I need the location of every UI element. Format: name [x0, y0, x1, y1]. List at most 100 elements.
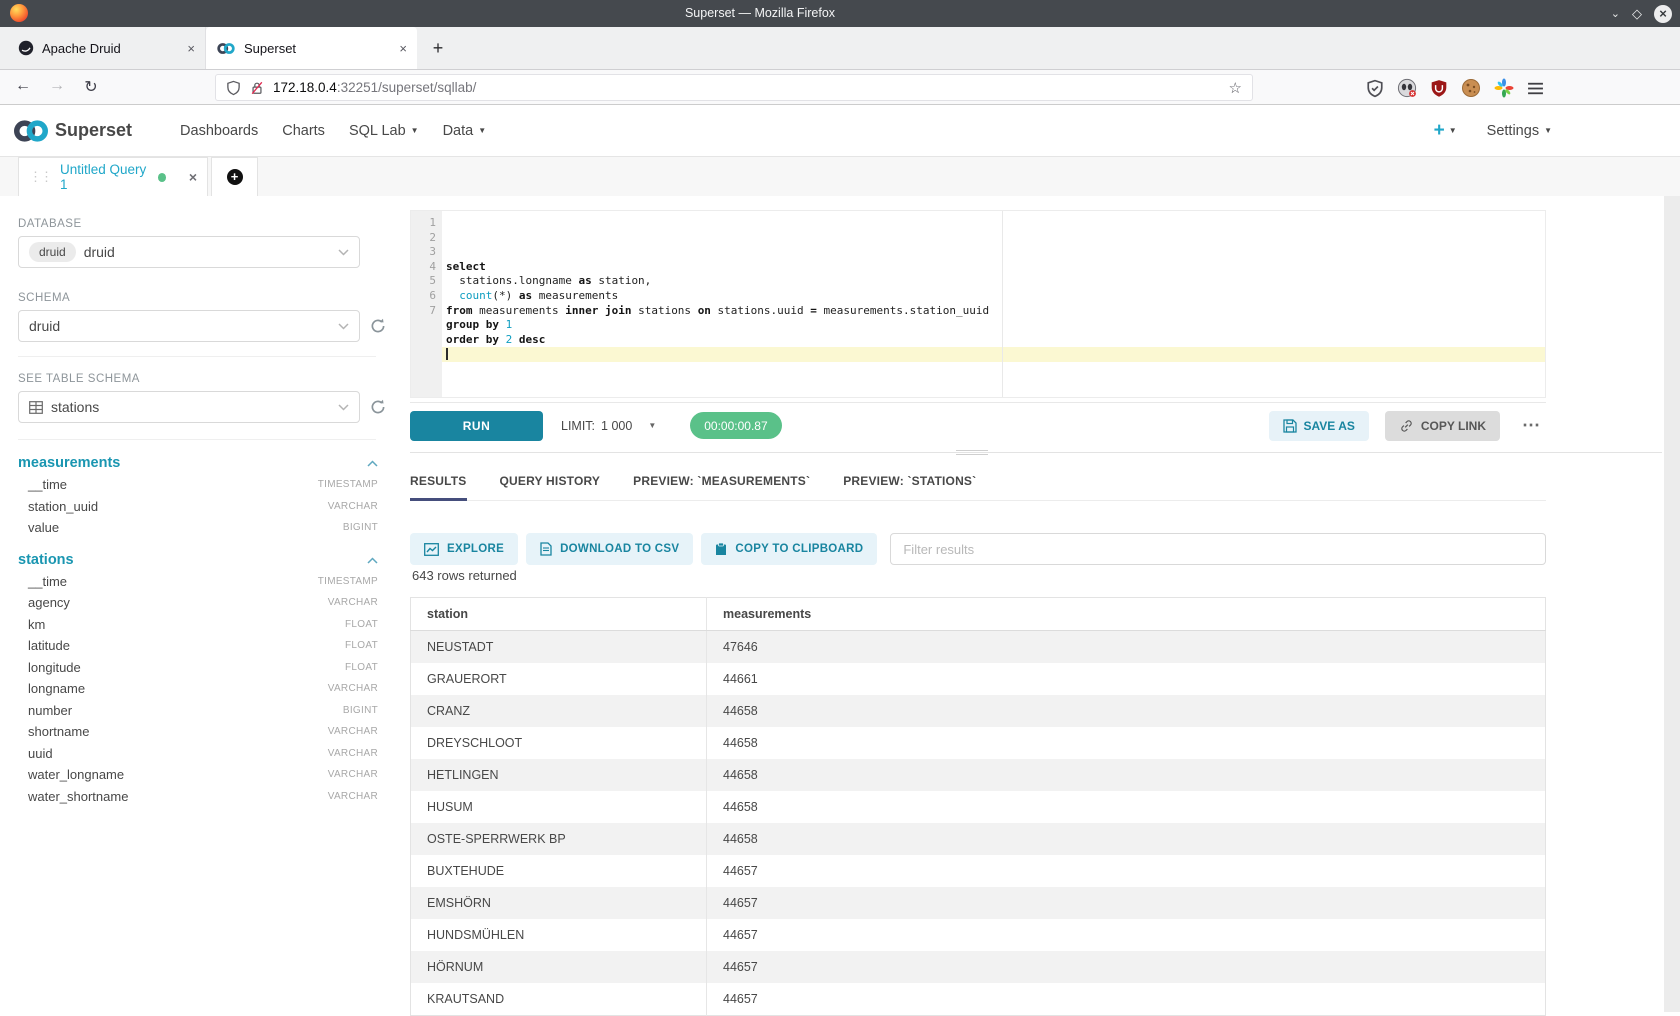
nav-item-charts[interactable]: Charts: [282, 123, 325, 139]
table-row: NEUSTADT47646: [411, 631, 1546, 664]
forward-icon[interactable]: →: [46, 77, 68, 95]
column-type: TIMESTAMP: [318, 576, 378, 587]
copy-clipboard-button[interactable]: COPY TO CLIPBOARD: [701, 533, 877, 565]
superset-favicon: [216, 42, 236, 55]
schema-table-header[interactable]: measurements: [18, 452, 378, 474]
brand-title[interactable]: Superset: [55, 120, 132, 141]
window-close-icon[interactable]: ×: [1654, 5, 1672, 23]
query-tab-close-icon[interactable]: ×: [189, 169, 197, 185]
url-text[interactable]: 172.18.0.4:32251/superset/sqllab/: [273, 80, 1220, 95]
schema-table-name[interactable]: stations: [18, 552, 74, 568]
colorful-extension-icon[interactable]: [1494, 78, 1514, 98]
table-select[interactable]: stations: [18, 391, 360, 423]
url-host: 172.18.0.4: [273, 80, 337, 95]
column-row: agencyVARCHAR: [18, 592, 378, 614]
query-tab-untitled-query-1[interactable]: ⋮⋮ Untitled Query 1 ×: [18, 157, 208, 196]
tab-query-history[interactable]: QUERY HISTORY: [500, 460, 601, 500]
run-button[interactable]: RUN: [410, 411, 543, 441]
tab-results[interactable]: RESULTS: [410, 460, 467, 500]
tab-close-icon[interactable]: ×: [187, 41, 195, 56]
column-row: __timeTIMESTAMP: [18, 474, 378, 496]
save-as-button[interactable]: SAVE AS: [1269, 411, 1369, 441]
table-cell: HUSUM: [411, 791, 707, 823]
panel-resize-handle[interactable]: [956, 447, 988, 455]
line-number: 6: [411, 289, 436, 304]
nav-item-dashboards[interactable]: Dashboards: [180, 123, 258, 139]
table-grid-icon: [29, 401, 43, 414]
insecure-lock-icon[interactable]: [250, 80, 264, 96]
column-type: FLOAT: [345, 619, 378, 630]
extension-shield-icon[interactable]: [1366, 79, 1384, 98]
plus-circle-icon: +: [227, 169, 243, 185]
drag-handle-icon[interactable]: ⋮⋮: [29, 169, 51, 185]
collapse-chevron-icon[interactable]: [367, 551, 378, 569]
sql-editor[interactable]: 1234567 select stations.longname as stat…: [410, 210, 1546, 398]
tab-close-icon[interactable]: ×: [399, 41, 407, 56]
refresh-schema-icon[interactable]: [369, 317, 387, 335]
code-line[interactable]: group by 1: [442, 318, 1545, 333]
browser-tab-apache-druid[interactable]: Apache Druid ×: [8, 27, 206, 69]
collapse-chevron-icon[interactable]: [367, 454, 378, 472]
sqllab-content: DATABASE druid druid SCHEMA druid SEE TA…: [0, 196, 1680, 1012]
code-line[interactable]: stations.longname as station,: [442, 274, 1545, 289]
reload-icon[interactable]: ↻: [80, 77, 102, 97]
back-icon[interactable]: ←: [12, 77, 34, 95]
database-type-badge: druid: [29, 242, 76, 262]
schema-table-header[interactable]: stations: [18, 549, 378, 571]
tab-preview-stations[interactable]: PREVIEW: `STATIONS`: [843, 460, 976, 500]
database-select[interactable]: druid druid: [18, 236, 360, 268]
more-options-icon[interactable]: ⋯: [1516, 415, 1546, 436]
table-cell: 44658: [707, 727, 1546, 759]
code-line[interactable]: order by 2 desc: [442, 333, 1545, 348]
tracking-shield-icon[interactable]: [226, 80, 241, 96]
table-cell: 47646: [707, 631, 1546, 664]
nav-item-sql-lab[interactable]: SQL Lab▼: [349, 123, 419, 139]
results-column-header[interactable]: station: [411, 598, 707, 631]
new-tab-button[interactable]: +: [423, 27, 453, 69]
results-column-header[interactable]: measurements: [707, 598, 1546, 631]
browser-toolbar: ← → ↻ 172.18.0.4:32251/superset/sqllab/ …: [0, 69, 1680, 105]
code-line[interactable]: from measurements inner join stations on…: [442, 304, 1545, 319]
window-shade-icon[interactable]: ⌄: [1611, 7, 1620, 20]
editor-code[interactable]: select stations.longname as station, cou…: [442, 211, 1545, 397]
column-name: longitude: [28, 660, 81, 675]
schema-select[interactable]: druid: [18, 310, 360, 342]
column-row: numberBIGINT: [18, 700, 378, 722]
code-line[interactable]: select: [442, 260, 1545, 275]
column-name: shortname: [28, 724, 89, 739]
table-cell: 44658: [707, 823, 1546, 855]
schema-table-name[interactable]: measurements: [18, 455, 120, 471]
chart-line-icon: [424, 543, 439, 556]
line-number: 1: [411, 216, 436, 231]
add-query-tab-button[interactable]: +: [211, 157, 258, 196]
nav-item-data[interactable]: Data▼: [443, 123, 487, 139]
results-table-body: NEUSTADT47646GRAUERORT44661CRANZ44658DRE…: [411, 631, 1546, 1016]
cookie-icon[interactable]: [1461, 78, 1481, 98]
browser-tab-superset[interactable]: Superset ×: [206, 27, 417, 69]
druid-favicon: [18, 40, 34, 56]
filter-results-input[interactable]: [890, 533, 1546, 565]
ublock-shield-icon[interactable]: [1430, 79, 1448, 98]
table-cell: 44657: [707, 919, 1546, 951]
explore-button[interactable]: EXPLORE: [410, 533, 518, 565]
refresh-table-icon[interactable]: [369, 398, 387, 416]
query-timer-badge: 00:00:00.87: [690, 412, 781, 439]
bookmark-star-icon[interactable]: ☆: [1229, 79, 1242, 97]
settings-menu[interactable]: Settings▼: [1487, 123, 1552, 139]
code-line[interactable]: count(*) as measurements: [442, 289, 1545, 304]
limit-dropdown[interactable]: LIMIT: 1 000 ▼: [561, 419, 656, 433]
scrollbar-track[interactable]: [1664, 196, 1680, 1012]
menu-hamburger-icon[interactable]: [1527, 81, 1544, 96]
chevron-down-icon: ▼: [1449, 126, 1457, 135]
copy-link-button[interactable]: COPY LINK: [1385, 411, 1500, 441]
table-cell: 44661: [707, 663, 1546, 695]
new-button[interactable]: +▼: [1434, 120, 1457, 142]
download-csv-button[interactable]: DOWNLOAD TO CSV: [526, 533, 693, 565]
window-maximize-icon[interactable]: ◇: [1632, 6, 1642, 22]
code-line[interactable]: [442, 347, 1545, 362]
tab-preview-measurements[interactable]: PREVIEW: `MEASUREMENTS`: [633, 460, 810, 500]
column-type: VARCHAR: [328, 501, 378, 512]
url-bar[interactable]: 172.18.0.4:32251/superset/sqllab/ ☆: [215, 74, 1253, 101]
privacy-mask-icon[interactable]: [1397, 78, 1417, 98]
results-tabbar: RESULTS QUERY HISTORY PREVIEW: `MEASUREM…: [410, 460, 1546, 501]
